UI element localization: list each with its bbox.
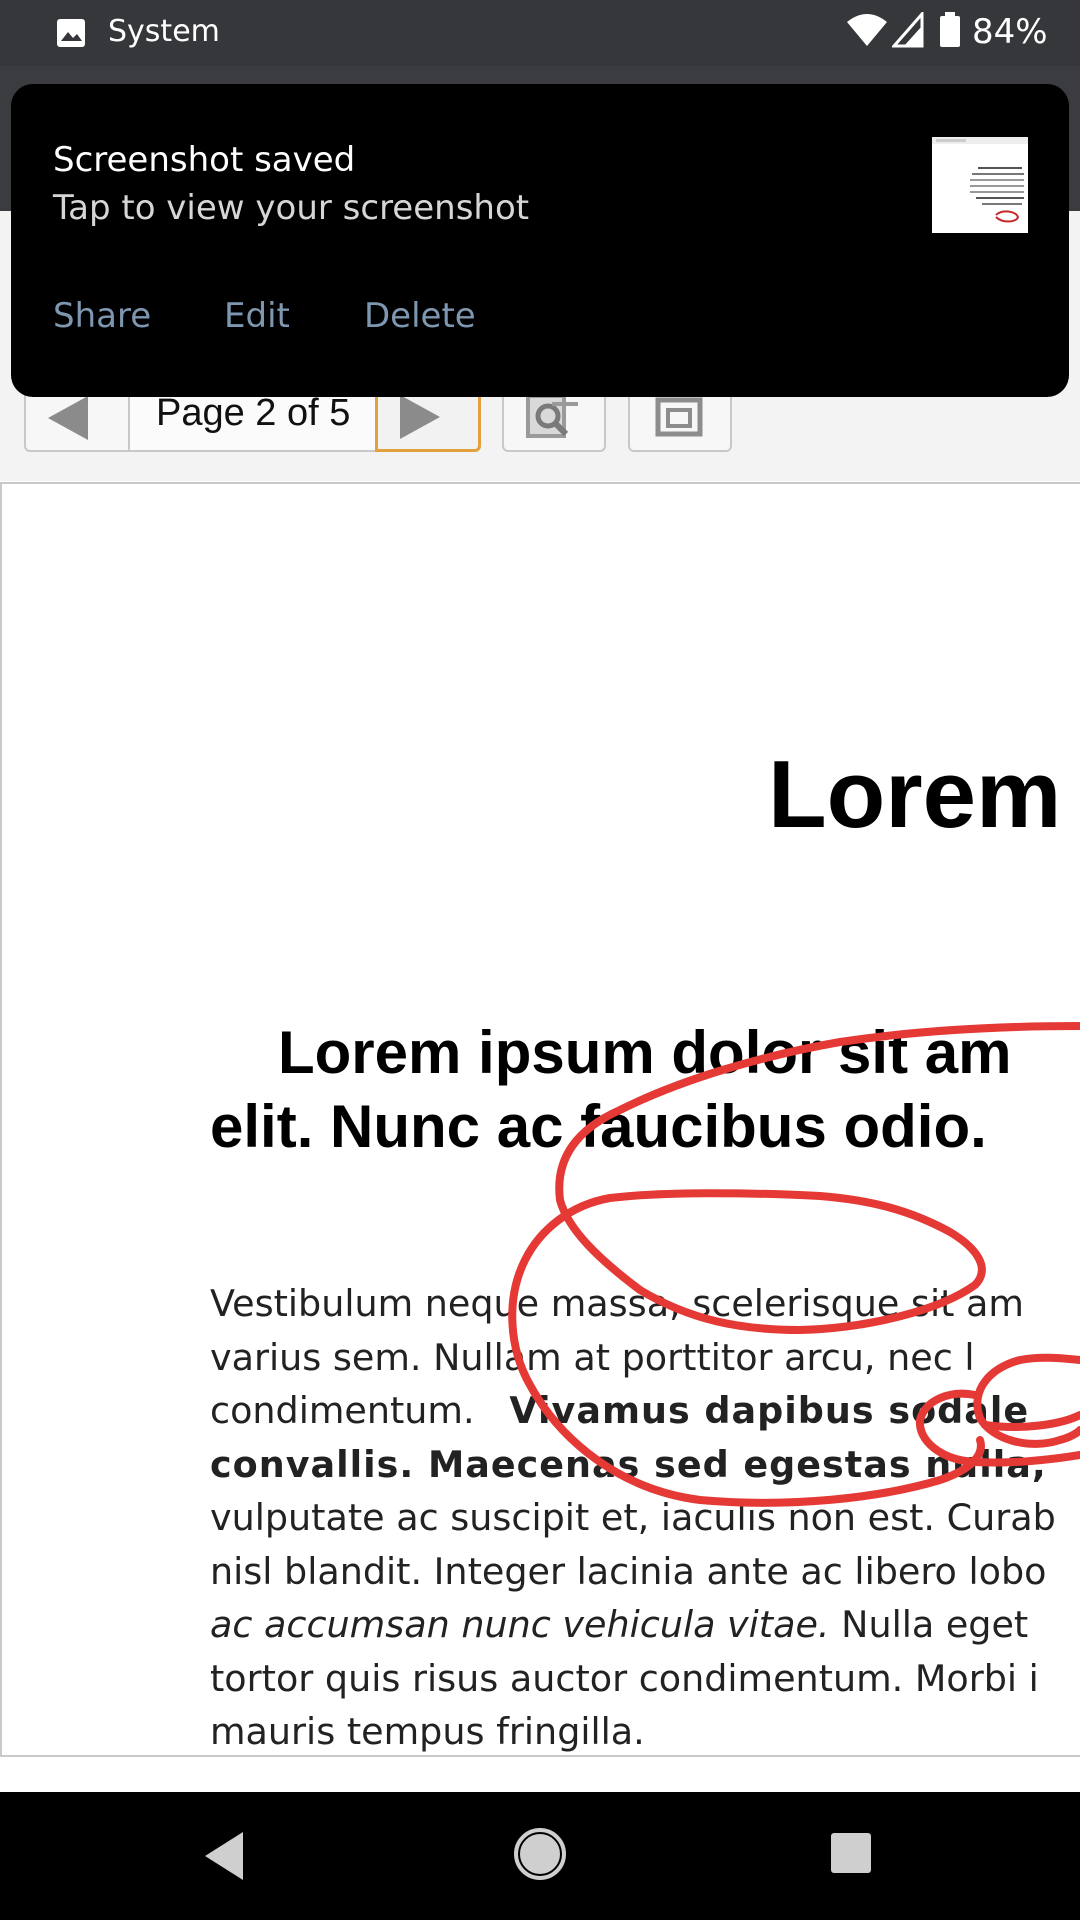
page-indicator-label: Page 2 of 5 [156,392,351,434]
notification-source-label: System [108,14,220,49]
screenshot-thumbnail[interactable] [932,137,1028,233]
triangle-left-icon [48,396,88,440]
battery-icon [940,12,960,47]
body-line: convallis. Maecenas sed egestas nulla, [210,1442,1047,1486]
document-body: Vestibulum neque massa, scelerisque sit … [210,1277,1080,1759]
status-bar: System 84% [0,0,1080,66]
screenshot-notification[interactable]: Screenshot saved Tap to view your screen… [11,84,1069,397]
document-title: Lorem [768,741,1062,848]
body-text: Nulla eget [829,1603,1029,1646]
notification-title: Screenshot saved [53,140,356,180]
recents-icon[interactable] [831,1833,871,1873]
body-line: varius sem. Nullam at porttitor arcu, ne… [210,1335,975,1379]
battery-percent: 84% [972,12,1048,52]
body-line: nisl blandit. Integer lacinia ante ac li… [210,1549,1047,1593]
body-line: ac accumsan nunc vehicula vitae. Nulla e… [210,1598,1080,1652]
wifi-icon [847,14,887,46]
share-button[interactable]: Share [53,296,151,336]
body-line: Vestibulum neque massa, scelerisque sit … [210,1282,1024,1325]
signal-icon [892,12,924,48]
delete-button[interactable]: Delete [364,296,476,336]
document-heading: Lorem ipsum dolor sit am elit. Nunc ac f… [210,1016,1080,1164]
body-line: condimentum. Vivamus dapibus sodale [210,1384,1080,1438]
body-line: mauris tempus fringilla. [210,1710,645,1753]
body-line: tortor quis risus auctor condimentum. Mo… [210,1656,1039,1700]
notification-subtitle: Tap to view your screenshot [53,188,530,228]
home-icon[interactable] [514,1828,566,1880]
body-line: vulputate ac suscipit et, iaculis non es… [210,1496,1056,1539]
find-icon [526,394,578,438]
heading-line: elit. Nunc ac faucibus odio. [210,1093,987,1160]
italic-text: ac accumsan nunc vehicula vitae. [210,1603,830,1646]
body-text: condimentum. [210,1389,475,1432]
window-icon [655,397,703,437]
navigation-bar [0,1792,1080,1920]
edit-button[interactable]: Edit [224,296,290,336]
thumbnail-preview-image [932,137,1028,223]
image-icon [57,19,85,47]
heading-line: Lorem ipsum dolor sit am [278,1019,1012,1086]
triangle-right-icon [400,395,440,439]
bold-text: Vivamus dapibus sodale [509,1389,1030,1432]
back-icon[interactable] [205,1832,243,1880]
